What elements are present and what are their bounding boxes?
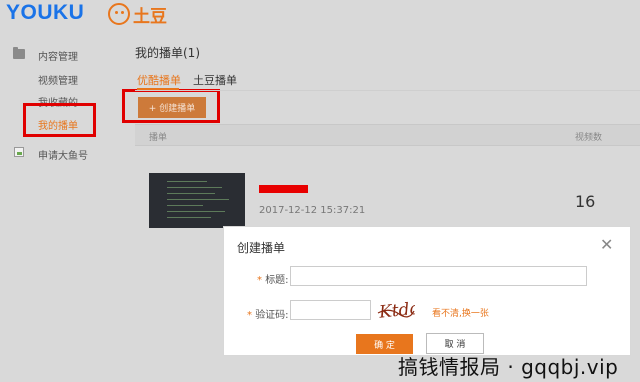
sidebar-section-content[interactable]: 内容管理 [38, 48, 78, 63]
page-title: 我的播单(1) [135, 46, 200, 60]
tudou-logo[interactable]: 土豆 [108, 2, 167, 27]
dialog-title: 创建播单 [237, 241, 286, 255]
close-icon[interactable]: ✕ [600, 235, 613, 254]
table-header: 播单 视频数 [135, 124, 640, 146]
column-playlist: 播单 [149, 133, 168, 143]
tudou-logo-text: 土豆 [133, 6, 167, 27]
folder-icon [13, 47, 25, 59]
tabs-divider [135, 90, 640, 91]
captcha-field-label: * 验证码: [247, 310, 289, 321]
header: YOUKU 土豆 [0, 0, 640, 30]
svg-text:Ktdo: Ktdo [377, 299, 415, 321]
redacted-playlist-title [259, 185, 308, 193]
title-input[interactable] [290, 266, 587, 286]
youku-logo[interactable]: YOUKU [6, 1, 84, 25]
highlight-box-sidebar [23, 103, 96, 137]
sidebar-item-apply[interactable]: 申请大鱼号 [38, 147, 88, 162]
captcha-input[interactable] [290, 300, 371, 320]
playlist-video-count: 16 [575, 192, 596, 211]
create-playlist-button[interactable]: + 创建播单 [138, 97, 206, 118]
tab-youku-playlists[interactable]: 优酷播单 [137, 72, 181, 88]
playlist-thumbnail[interactable] [149, 173, 245, 228]
watermark-text: 搞钱情报局 · gqqbj.vip [398, 355, 619, 379]
create-playlist-dialog: 创建播单 ✕ * 标题: * 验证码: Ktdo 看不清,换一张 确 定 取 消 [223, 226, 631, 356]
broken-image-icon [14, 147, 24, 157]
title-field-label: * 标题: [257, 275, 289, 286]
sidebar-item-videos[interactable]: 视频管理 [38, 72, 78, 87]
refresh-captcha-link[interactable]: 看不清,换一张 [432, 306, 489, 319]
playlist-created-time: 2017-12-12 15:37:21 [259, 205, 366, 216]
tab-tudou-playlists[interactable]: 土豆播单 [193, 72, 237, 88]
tudou-face-icon [108, 3, 130, 25]
column-video-count: 视频数 [575, 133, 603, 143]
captcha-image[interactable]: Ktdo [377, 299, 415, 321]
